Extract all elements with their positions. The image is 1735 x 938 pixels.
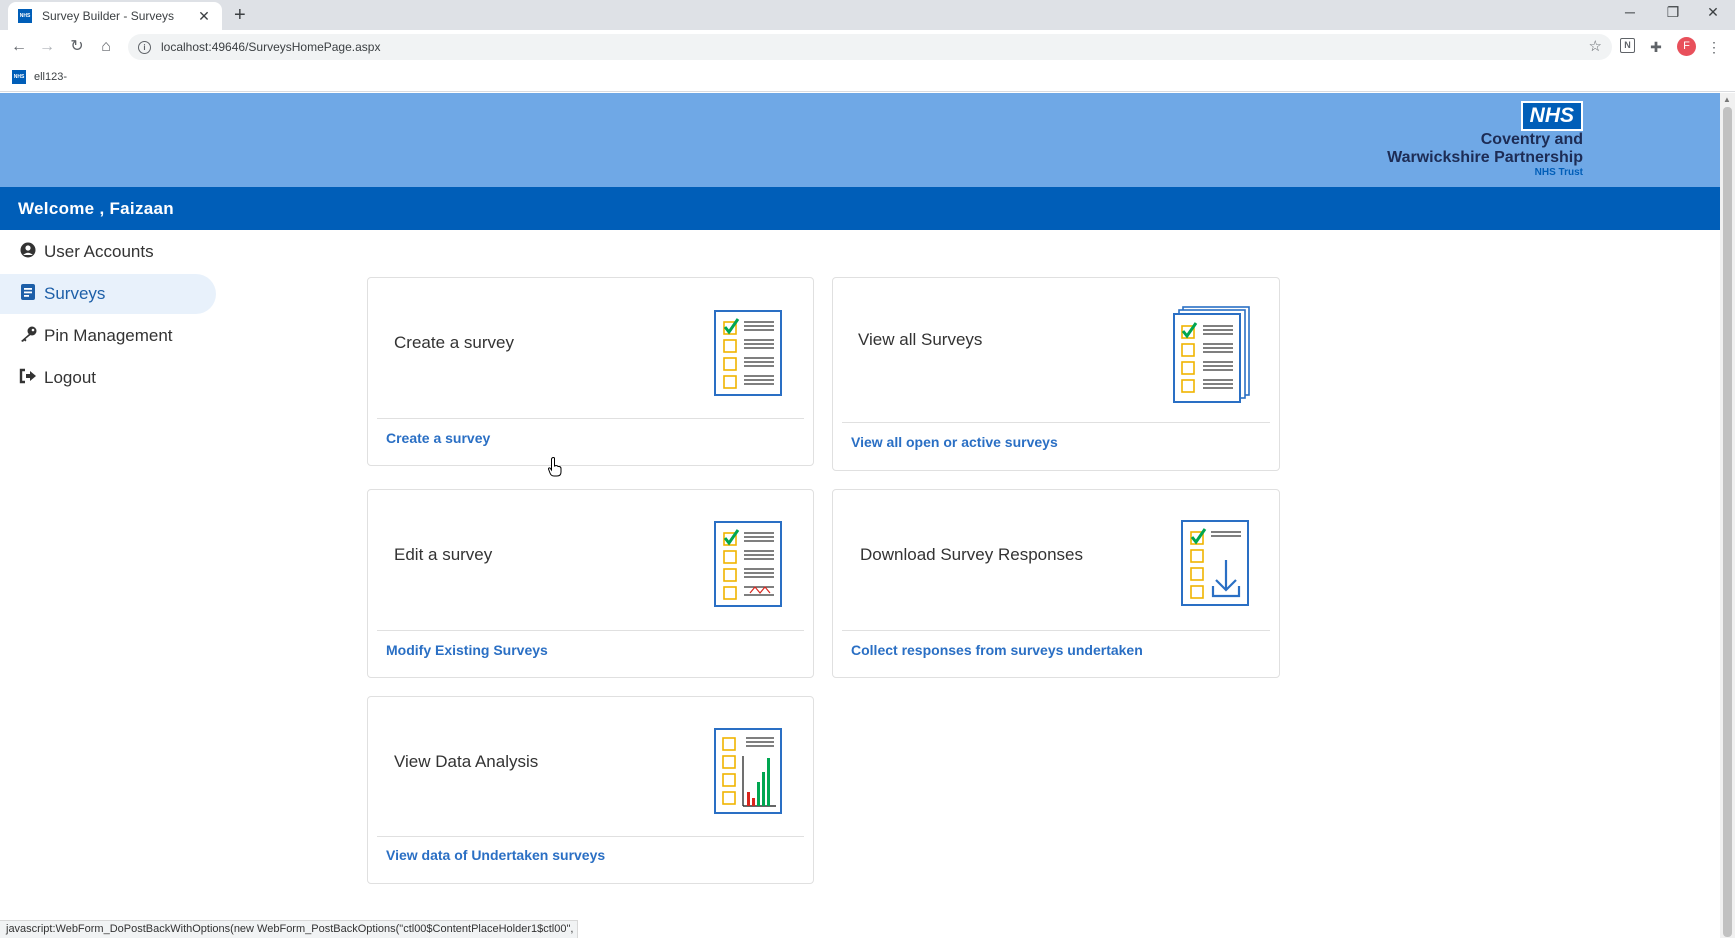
url-text: localhost:49646/SurveysHomePage.aspx	[161, 40, 381, 54]
checklist-icon	[714, 310, 782, 396]
card-download-responses[interactable]: Download Survey Responses Collect respon…	[832, 489, 1280, 678]
sidebar-item-user-accounts[interactable]: User Accounts	[0, 232, 216, 272]
welcome-bar: Welcome , Faizaan	[0, 187, 1720, 230]
nhs-logo-badge: NHS	[1520, 101, 1583, 131]
bookmarks-bar: NHS ell123-	[0, 64, 1735, 92]
card-title: View all Surveys	[858, 330, 983, 349]
view-all-surveys-link[interactable]: View all open or active surveys	[851, 434, 1058, 450]
edit-checklist-icon	[714, 521, 782, 607]
card-title: Download Survey Responses	[860, 545, 1084, 564]
sidebar-item-pin-management[interactable]: Pin Management	[0, 316, 216, 356]
extensions-puzzle-icon[interactable]: ✚	[1647, 38, 1665, 56]
card-divider	[842, 422, 1270, 423]
home-icon[interactable]: ⌂	[95, 36, 117, 58]
card-divider	[377, 836, 804, 837]
restore-icon[interactable]: ❐	[1663, 4, 1683, 21]
logo-line-3: NHS Trust	[1534, 167, 1583, 178]
logout-icon	[18, 368, 38, 388]
view-data-link[interactable]: View data of Undertaken surveys	[386, 847, 605, 863]
profile-avatar[interactable]: F	[1677, 37, 1696, 56]
bookmark-star-icon[interactable]: ☆	[1589, 37, 1602, 55]
bookmark-item[interactable]: NHS ell123-	[12, 70, 67, 84]
menu-dots-icon[interactable]: ⋮	[1705, 38, 1723, 56]
download-checklist-icon	[1181, 520, 1249, 606]
sidebar-item-surveys[interactable]: Surveys	[0, 274, 216, 314]
nhs-favicon-icon: NHS	[12, 70, 26, 84]
sidebar-item-logout[interactable]: Logout	[0, 358, 216, 398]
user-circle-icon	[18, 242, 38, 262]
minimize-icon[interactable]: ─	[1620, 4, 1640, 20]
browser-toolbar: ← → ↻ ⌂ i localhost:49646/SurveysHomePag…	[0, 30, 1735, 64]
modify-surveys-link[interactable]: Modify Existing Surveys	[386, 642, 548, 658]
card-view-all-surveys[interactable]: View all Surveys View all open or active…	[832, 277, 1280, 471]
forward-icon[interactable]: →	[36, 36, 58, 58]
sidebar-item-label: Pin Management	[44, 326, 173, 345]
card-divider	[377, 418, 804, 419]
reload-icon[interactable]: ↻	[66, 36, 88, 58]
stacked-checklists-icon	[1173, 306, 1250, 403]
tab-title: Survey Builder - Surveys	[42, 9, 175, 23]
browser-tabstrip: NHS Survey Builder - Surveys ✕ + ─ ❐ ✕	[0, 0, 1735, 30]
card-data-analysis[interactable]: View Data Analysis View data of Undertak…	[367, 696, 814, 884]
browser-tab[interactable]: NHS Survey Builder - Surveys ✕	[8, 2, 222, 30]
sidebar-item-label: Surveys	[44, 284, 106, 303]
page-scrollbar[interactable]: ▲	[1720, 93, 1735, 938]
extension-n-icon[interactable]: N	[1620, 38, 1635, 53]
page-header: NHS Coventry and Warwickshire Partnershi…	[0, 93, 1720, 187]
create-survey-link[interactable]: Create a survey	[386, 430, 490, 446]
new-tab-icon[interactable]: +	[234, 4, 246, 27]
logo-line-2: Warwickshire Partnership	[1387, 149, 1583, 166]
window-close-icon[interactable]: ✕	[1703, 4, 1723, 21]
sidebar-item-label: Logout	[44, 368, 96, 387]
tab-close-icon[interactable]: ✕	[196, 8, 212, 25]
card-title: View Data Analysis	[394, 752, 539, 771]
hand-cursor-icon	[548, 457, 562, 477]
card-title: Edit a survey	[394, 545, 493, 564]
logo-line-1: Coventry and	[1480, 131, 1583, 148]
key-icon	[18, 326, 38, 346]
scroll-up-icon[interactable]: ▲	[1723, 95, 1731, 104]
bookmark-label: ell123-	[34, 71, 68, 83]
analysis-chart-icon	[714, 728, 782, 814]
back-icon[interactable]: ←	[8, 36, 30, 58]
card-title: Create a survey	[394, 333, 514, 352]
address-bar[interactable]: i localhost:49646/SurveysHomePage.aspx ☆	[128, 34, 1612, 60]
info-icon[interactable]: i	[138, 40, 151, 54]
nhs-trust-logo: NHS Coventry and Warwickshire Partnershi…	[1387, 101, 1583, 178]
collect-responses-link[interactable]: Collect responses from surveys undertake…	[851, 642, 1143, 658]
scroll-thumb[interactable]	[1723, 107, 1732, 937]
document-icon	[18, 284, 38, 304]
card-divider	[842, 630, 1270, 631]
browser-status-bar: javascript:WebForm_DoPostBackWithOptions…	[0, 920, 578, 938]
card-edit-survey[interactable]: Edit a survey Modify Existing Surveys	[367, 489, 814, 678]
nhs-favicon-icon: NHS	[18, 9, 32, 23]
sidebar-item-label: User Accounts	[44, 242, 154, 261]
card-create-survey[interactable]: Create a survey Create a survey	[367, 277, 814, 466]
welcome-text: Welcome , Faizaan	[18, 198, 174, 218]
card-divider	[377, 630, 804, 631]
